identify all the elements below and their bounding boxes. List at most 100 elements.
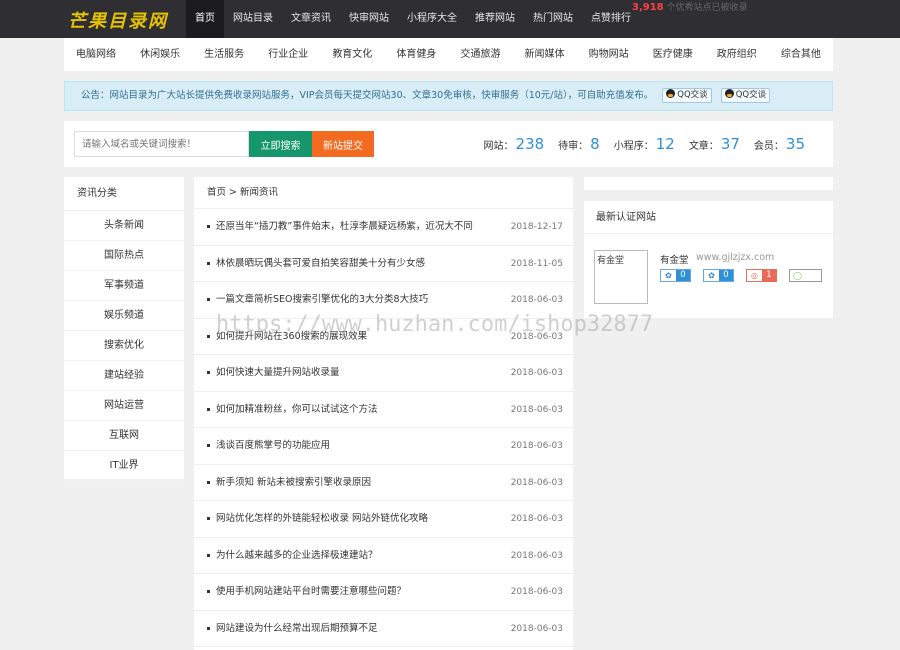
nav-home[interactable]: 首页: [186, 0, 224, 38]
search-panel: 立即搜索 新站提交 网站：238 待审：8 小程序：12 文章：37 会员：35: [64, 121, 833, 167]
list-item[interactable]: 为什么越来越多的企业选择极速建站？ 2018-06-03: [194, 538, 573, 574]
qq-chat-button-1[interactable]: QQ交谈: [662, 88, 712, 103]
verified-title: 最新认证网站: [584, 201, 833, 234]
bullet-icon: [207, 444, 210, 447]
article-date: 2018-06-03: [510, 368, 563, 378]
sogou-badge[interactable]: ◯: [789, 269, 822, 282]
qq-icon: [724, 89, 734, 98]
category-sports[interactable]: 体育健身: [396, 38, 436, 71]
bullet-icon: [207, 626, 210, 630]
circle-icon: ◯: [790, 270, 805, 281]
sidebar-item-seo[interactable]: 搜索优化: [64, 331, 184, 361]
site-thumbnail[interactable]: 有金堂: [594, 250, 648, 304]
sidebar-item-international[interactable]: 国际热点: [64, 241, 184, 271]
site-logo[interactable]: 芒果目录网: [68, 7, 168, 33]
sidebar-item-internet[interactable]: 互联网: [64, 421, 184, 451]
count-articles: 文章： 37: [689, 135, 740, 153]
nav-articles[interactable]: 文章资讯: [282, 0, 340, 38]
article-title[interactable]: 浅谈百度熊掌号的功能应用: [216, 428, 330, 464]
sidebar-item-it-industry[interactable]: IT业界: [64, 451, 184, 481]
category-travel[interactable]: 交通旅游: [460, 38, 500, 71]
category-leisure[interactable]: 休闲娱乐: [140, 38, 180, 71]
nav-recommended[interactable]: 推荐网站: [466, 0, 524, 38]
article-title[interactable]: 如何快速大量提升网站收录量: [216, 355, 340, 391]
notice-bar: 公告：网站目录为广大站长提供免费收录网站服务，VIP会员每天提交网站30、文章3…: [64, 81, 833, 111]
sidebar-item-operations[interactable]: 网站运营: [64, 391, 184, 421]
list-item[interactable]: 如何快速大量提升网站收录量 2018-06-03: [194, 355, 573, 392]
so-360-badge[interactable]: ◎ 1: [746, 269, 777, 282]
qq-chat-label: QQ交谈: [677, 90, 708, 100]
nav-mini-programs[interactable]: 小程序大全: [398, 0, 466, 38]
badge-value: 0: [719, 270, 733, 281]
notice-text: 公告：网站目录为广大站长提供免费收录网站服务，VIP会员每天提交网站30、文章3…: [81, 90, 654, 101]
category-government[interactable]: 政府组织: [717, 38, 757, 71]
article-date: 2018-11-05: [510, 258, 563, 269]
nav-directory[interactable]: 网站目录: [224, 0, 282, 38]
count-label: 小程序：: [613, 141, 654, 152]
badge-value: 0: [676, 270, 690, 281]
category-bar: 电脑网络 休闲娱乐 生活服务 行业企业 教育文化 体育健身 交通旅游 新闻媒体 …: [64, 38, 833, 71]
list-item[interactable]: 一篇文章简析SEO搜索引擎优化的3大分类8大技巧 2018-06-03: [194, 282, 573, 319]
article-title[interactable]: 为什么越来越多的企业选择极速建站？: [216, 538, 378, 574]
list-item[interactable]: 新手须知 新站未被搜索引擎收录原因 2018-06-03: [194, 465, 573, 501]
category-industry[interactable]: 行业企业: [268, 38, 308, 71]
article-date: 2018-06-03: [510, 331, 563, 342]
qq-chat-button-2[interactable]: QQ交谈: [720, 88, 771, 103]
article-title[interactable]: 如何提升网站在360搜索的展现效果: [216, 319, 367, 355]
news-category-sidebar: 资讯分类 头条新闻 国际热点 军事频道 娱乐频道 搜索优化 建站经验 网站运营 …: [64, 177, 184, 481]
list-item[interactable]: 网站建设为什么经常出现后期预算不足 2018-06-03: [194, 611, 573, 647]
count-sites: 网站： 238: [484, 135, 545, 153]
article-title[interactable]: 林依晨晒玩偶头套可爱自拍笑容甜美十分有少女感: [216, 246, 425, 282]
bullet-icon: [207, 261, 210, 265]
submit-site-button[interactable]: 新站提交: [312, 131, 374, 157]
list-item[interactable]: 如何加精准粉丝，你可以试试这个方法 2018-06-03: [194, 392, 573, 428]
count-value: 8: [590, 135, 600, 153]
article-title[interactable]: 网站优化怎样的外链能轻松收录 网站外链优化攻略: [216, 501, 428, 537]
search-input[interactable]: [74, 131, 249, 157]
article-date: 2018-06-03: [510, 514, 563, 524]
baidu-badge[interactable]: ✿ 0: [660, 269, 691, 282]
count-label: 待审：: [558, 141, 589, 152]
category-education[interactable]: 教育文化: [332, 38, 372, 71]
article-date: 2018-06-03: [510, 295, 563, 305]
bullet-icon: [207, 225, 210, 228]
sidebar-item-headlines[interactable]: 头条新闻: [64, 211, 184, 241]
category-other[interactable]: 综合其他: [781, 38, 821, 71]
category-life[interactable]: 生活服务: [204, 38, 244, 71]
article-title[interactable]: 如何加精准粉丝，你可以试试这个方法: [216, 392, 378, 428]
list-item[interactable]: 如何提升网站在360搜索的展现效果 2018-06-03: [194, 319, 573, 355]
bullet-icon: [207, 298, 210, 301]
article-title[interactable]: 一篇文章简析SEO搜索引擎优化的3大分类8大技巧: [216, 282, 428, 318]
category-shopping[interactable]: 购物网站: [589, 38, 629, 71]
baidu-mobile-badge[interactable]: ✿ 0: [703, 269, 734, 282]
site-url: www.gjlzjzx.com: [696, 252, 775, 263]
category-computer[interactable]: 电脑网络: [76, 38, 116, 71]
thumbnail-alt-text: 有金堂: [597, 256, 625, 266]
right-top-panel: [584, 177, 833, 190]
list-item[interactable]: 还原当年“插刀教”事件始末，杜淳李晨疑远杨紫，近况大不同 2018-12-17: [194, 209, 573, 246]
category-news[interactable]: 新闻媒体: [525, 38, 565, 71]
sidebar-item-site-building[interactable]: 建站经验: [64, 361, 184, 391]
list-item[interactable]: 林依晨晒玩偶头套可爱自拍笑容甜美十分有少女感 2018-11-05: [194, 246, 573, 282]
nav-popular[interactable]: 热门网站: [524, 0, 582, 38]
article-date: 2018-06-03: [510, 477, 563, 488]
list-item[interactable]: 网站优化怎样的外链能轻松收录 网站外链优化攻略 2018-06-03: [194, 501, 573, 538]
article-title[interactable]: 网站建设为什么经常出现后期预算不足: [216, 611, 378, 647]
bullet-icon: [207, 334, 210, 338]
search-button[interactable]: 立即搜索: [249, 131, 312, 157]
site-name[interactable]: 有金堂: [660, 252, 689, 266]
category-medical[interactable]: 医疗健康: [653, 38, 693, 71]
article-title[interactable]: 使用手机网站建站平台时需要注意哪些问题？: [216, 574, 406, 610]
list-item[interactable]: 使用手机网站建站平台时需要注意哪些问题？ 2018-06-03: [194, 574, 573, 611]
sidebar-item-entertainment[interactable]: 娱乐频道: [64, 301, 184, 331]
article-title[interactable]: 新手须知 新站未被搜索引擎收录原因: [216, 465, 371, 501]
count-mini-programs: 小程序： 12: [614, 135, 675, 153]
article-title[interactable]: 还原当年“插刀教”事件始末，杜淳李晨疑远杨紫，近况大不同: [216, 209, 473, 245]
article-list: 首页 > 新闻资讯 还原当年“插刀教”事件始末，杜淳李晨疑远杨紫，近况大不同 20…: [194, 177, 573, 650]
list-item[interactable]: 浅谈百度熊掌号的功能应用 2018-06-03: [194, 428, 573, 465]
sidebar-item-military[interactable]: 军事频道: [64, 271, 184, 301]
top-bar: 芒果目录网 首页 网站目录 文章资讯 快审网站 小程序大全 推荐网站 热门网站 …: [0, 0, 900, 38]
nav-quick-review[interactable]: 快审网站: [340, 0, 398, 38]
bullet-icon: [207, 517, 210, 520]
breadcrumb: 首页 > 新闻资讯: [194, 177, 573, 209]
